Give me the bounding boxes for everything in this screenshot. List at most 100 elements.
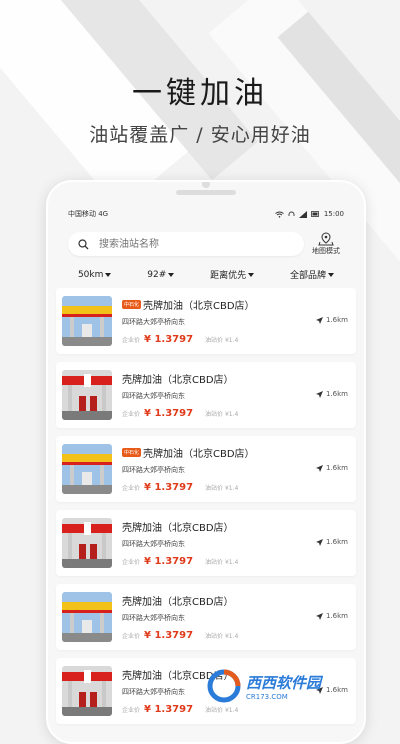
station-address: 四环路大郊亭桥向东 bbox=[122, 688, 185, 696]
battery-icon bbox=[310, 211, 319, 217]
enterprise-price-label: 企业价 bbox=[122, 337, 141, 344]
enterprise-price-label: 企业价 bbox=[122, 633, 141, 640]
station-name: 壳牌加油（北京CBD店） bbox=[122, 375, 234, 386]
navigation-arrow-icon bbox=[315, 538, 323, 546]
filter-label: 92# bbox=[147, 269, 167, 280]
station-name-row: 壳牌加油（北京CBD店） bbox=[122, 593, 234, 608]
filter-label: 50km bbox=[77, 269, 104, 280]
station-card[interactable]: 中石化 壳牌加油（北京CBD店） 四环路大郊亭桥向东 1.6km 企业价 ¥ 1.3797… bbox=[56, 436, 356, 502]
hero-subtitle: 油站覆盖广 / 安心用好油 bbox=[89, 124, 311, 146]
watermark-logo-icon bbox=[207, 669, 241, 703]
station-name-row: 壳牌加油（北京CBD店） bbox=[122, 519, 234, 534]
price-row: 企业价 ¥ 1.3797 油站价 ¥1.4 bbox=[122, 630, 238, 641]
watermark: 西西软件园 CR173.COM bbox=[206, 664, 396, 708]
station-name-row: 中石化 壳牌加油（北京CBD店） bbox=[122, 445, 255, 460]
station-distance: 1.6km bbox=[315, 316, 348, 324]
station-price: 油站价 ¥1.4 bbox=[205, 337, 239, 344]
enterprise-price: ¥ 1.3797 bbox=[144, 334, 194, 345]
station-address: 四环路大郊亭桥向东 bbox=[122, 614, 185, 622]
signal-icon bbox=[298, 210, 307, 218]
brand-badge: 中石化 bbox=[122, 300, 142, 309]
filter-brand[interactable]: 全部品牌 bbox=[290, 268, 335, 281]
phone-mockup: 中国移动 4G 15:00 地图模式 50km 92# 距离优先 全部品牌 中石… bbox=[46, 180, 366, 744]
caret-down-icon bbox=[328, 272, 335, 277]
watermark-text: 西西软件园 CR173.COM bbox=[246, 672, 321, 701]
watermark-brand: 西西软件园 bbox=[246, 673, 322, 692]
search-row: 地图模式 bbox=[68, 230, 348, 258]
station-card[interactable]: 壳牌加油（北京CBD店） 四环路大郊亭桥向东 1.6km 企业价 ¥ 1.3797 油站价… bbox=[56, 362, 356, 428]
station-price: 油站价 ¥1.4 bbox=[205, 411, 239, 418]
distance-value: 1.6km bbox=[325, 612, 348, 620]
caret-down-icon bbox=[105, 272, 112, 277]
station-name: 壳牌加油（北京CBD店） bbox=[122, 597, 234, 608]
map-mode-button[interactable]: 地图模式 bbox=[304, 232, 348, 256]
phone-camera bbox=[202, 182, 210, 188]
enterprise-price: ¥ 1.3797 bbox=[144, 630, 194, 641]
price-row: 企业价 ¥ 1.3797 油站价 ¥1.4 bbox=[122, 482, 238, 493]
station-price: 油站价 ¥1.4 bbox=[205, 485, 239, 492]
station-price: 油站价 ¥1.4 bbox=[205, 633, 239, 640]
station-distance: 1.6km bbox=[315, 538, 348, 546]
station-photo bbox=[62, 666, 112, 716]
caret-down-icon bbox=[168, 272, 175, 277]
station-distance: 1.6km bbox=[315, 390, 348, 398]
map-pin-icon bbox=[318, 232, 334, 246]
station-address: 四环路大郊亭桥向东 bbox=[122, 466, 185, 474]
distance-value: 1.6km bbox=[325, 538, 348, 546]
station-name: 壳牌加油（北京CBD店） bbox=[122, 523, 234, 534]
enterprise-price-label: 企业价 bbox=[122, 411, 141, 418]
distance-value: 1.6km bbox=[325, 316, 348, 324]
caret-down-icon bbox=[248, 272, 255, 277]
station-name-row: 中石化 壳牌加油（北京CBD店） bbox=[122, 297, 255, 312]
filter-label: 全部品牌 bbox=[290, 271, 327, 281]
filter-sort[interactable]: 距离优先 bbox=[210, 268, 255, 281]
map-mode-label: 地图模式 bbox=[312, 247, 340, 255]
station-price: 油站价 ¥1.4 bbox=[205, 559, 239, 566]
station-card[interactable]: 壳牌加油（北京CBD店） 四环路大郊亭桥向东 1.6km 企业价 ¥ 1.3797 油站价… bbox=[56, 510, 356, 576]
station-address: 四环路大郊亭桥向东 bbox=[122, 318, 185, 326]
distance-value: 1.6km bbox=[325, 390, 348, 398]
filter-fuel[interactable]: 92# bbox=[147, 268, 175, 281]
enterprise-price-label: 企业价 bbox=[122, 485, 141, 492]
station-photo bbox=[62, 296, 112, 346]
price-row: 企业价 ¥ 1.3797 油站价 ¥1.4 bbox=[122, 408, 238, 419]
price-row: 企业价 ¥ 1.3797 油站价 ¥1.4 bbox=[122, 556, 238, 567]
status-bar: 中国移动 4G 15:00 bbox=[68, 208, 344, 220]
station-distance: 1.6km bbox=[315, 612, 348, 620]
search-input[interactable] bbox=[97, 237, 261, 251]
filter-label: 距离优先 bbox=[210, 271, 247, 281]
station-name: 壳牌加油（北京CBD店） bbox=[143, 301, 255, 312]
headphone-icon bbox=[288, 211, 295, 216]
wifi-icon bbox=[275, 211, 284, 218]
navigation-arrow-icon bbox=[315, 390, 323, 398]
filter-distance[interactable]: 50km bbox=[77, 268, 112, 281]
hero-title: 一键加油 bbox=[132, 76, 268, 111]
filter-bar: 50km 92# 距离优先 全部品牌 bbox=[60, 268, 352, 281]
search-icon bbox=[78, 238, 89, 249]
station-distance: 1.6km bbox=[315, 464, 348, 472]
navigation-arrow-icon bbox=[315, 316, 323, 324]
station-photo bbox=[62, 592, 112, 642]
navigation-arrow-icon bbox=[315, 464, 323, 472]
carrier-label: 中国移动 4G bbox=[68, 210, 109, 218]
station-photo bbox=[62, 518, 112, 568]
enterprise-price-label: 企业价 bbox=[122, 559, 141, 566]
station-name: 壳牌加油（北京CBD店） bbox=[143, 449, 255, 460]
enterprise-price: ¥ 1.3797 bbox=[144, 482, 194, 493]
station-address: 四环路大郊亭桥向东 bbox=[122, 392, 185, 400]
station-photo bbox=[62, 444, 112, 494]
watermark-url: CR173.COM bbox=[246, 692, 288, 701]
enterprise-price: ¥ 1.3797 bbox=[144, 704, 194, 715]
price-row: 企业价 ¥ 1.3797 油站价 ¥1.4 bbox=[122, 334, 238, 345]
station-photo bbox=[62, 370, 112, 420]
navigation-arrow-icon bbox=[315, 612, 323, 620]
station-card[interactable]: 中石化 壳牌加油（北京CBD店） 四环路大郊亭桥向东 1.6km 企业价 ¥ 1.3797… bbox=[56, 288, 356, 354]
enterprise-price: ¥ 1.3797 bbox=[144, 556, 194, 567]
enterprise-price: ¥ 1.3797 bbox=[144, 408, 194, 419]
clock-time: 15:00 bbox=[323, 210, 344, 218]
phone-speaker bbox=[176, 190, 236, 195]
distance-value: 1.6km bbox=[325, 464, 348, 472]
search-bar[interactable] bbox=[68, 232, 304, 256]
station-card[interactable]: 壳牌加油（北京CBD店） 四环路大郊亭桥向东 1.6km 企业价 ¥ 1.3797 油站价… bbox=[56, 584, 356, 650]
station-address: 四环路大郊亭桥向东 bbox=[122, 540, 185, 548]
